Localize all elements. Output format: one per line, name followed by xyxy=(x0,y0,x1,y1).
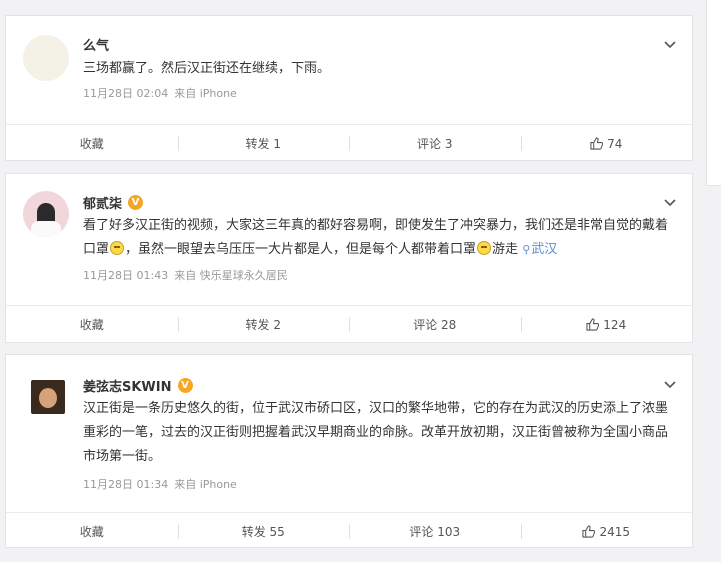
avatar[interactable] xyxy=(23,191,69,237)
post-meta: 11月28日 01:43 来自 快乐星球永久居民 xyxy=(83,267,294,283)
post-card: 么气 三场都赢了。然后汉正街还在继续，下雨。 11月28日 02:04 来自 iP… xyxy=(5,15,693,161)
action-bar: 收藏 转发 55 评论 103 2415 xyxy=(6,512,692,550)
location-pin-icon: ⚲ xyxy=(522,243,531,256)
post-text-part: 游走 xyxy=(492,242,519,257)
grin-emoji-icon xyxy=(110,241,125,255)
post-text: 汉正街是一条历史悠久的街，位于武汉市硚口区，汉口的繁华地带，它的存在为武汉的历史… xyxy=(83,401,669,464)
comment-button[interactable]: 评论 103 xyxy=(349,513,521,550)
collect-button[interactable]: 收藏 xyxy=(6,125,178,162)
grin-emoji-icon xyxy=(477,241,492,255)
author-name[interactable]: 么气 xyxy=(83,35,109,54)
thumbs-up-icon xyxy=(586,318,600,331)
post-text: 三场都赢了。然后汉正街还在继续，下雨。 xyxy=(83,61,331,76)
collect-button[interactable]: 收藏 xyxy=(6,306,178,343)
chevron-down-icon[interactable] xyxy=(663,195,677,209)
chevron-down-icon[interactable] xyxy=(663,377,677,391)
post-card: 郁贰柒 V 看了好多汉正街的视频，大家这三年真的都好容易啊，即使发生了冲突暴力，… xyxy=(5,173,693,343)
post-source: 来自 iPhone xyxy=(174,478,237,491)
avatar-figure-body xyxy=(31,221,61,237)
action-bar: 收藏 转发 1 评论 3 74 xyxy=(6,124,692,162)
author-name[interactable]: 郁贰柒 V xyxy=(83,193,144,212)
like-button[interactable]: 124 xyxy=(520,306,693,343)
post-text-part: ，虽然一眼望去乌压压一大片都是人，但是每个人都带着口罩 xyxy=(125,242,477,257)
post-text: 看了好多汉正街的视频，大家这三年真的都好容易啊，即使发生了冲突暴力，我们还是非常… xyxy=(83,214,669,262)
location-link[interactable]: ⚲武汉 xyxy=(522,242,557,257)
repost-button[interactable]: 转发 2 xyxy=(177,306,350,343)
comment-button[interactable]: 评论 3 xyxy=(349,125,521,162)
action-bar: 收藏 转发 2 评论 28 124 xyxy=(6,305,692,343)
post-card: 姜弦志SKWIN V 汉正街是一条历史悠久的街，位于武汉市硚口区，汉口的繁华地带… xyxy=(5,354,693,548)
author-name[interactable]: 姜弦志SKWIN V xyxy=(83,376,193,395)
post-source: 来自 快乐星球永久居民 xyxy=(174,269,288,282)
collect-button[interactable]: 收藏 xyxy=(6,513,178,550)
verified-badge-icon: V xyxy=(128,195,144,210)
verified-badge-icon: V xyxy=(177,378,193,393)
like-button[interactable]: 74 xyxy=(520,125,693,162)
like-button[interactable]: 2415 xyxy=(520,513,693,550)
post-date[interactable]: 11月28日 02:04 xyxy=(83,87,168,100)
chevron-down-icon[interactable] xyxy=(663,37,677,51)
thumbs-up-icon xyxy=(590,137,604,150)
comment-button[interactable]: 评论 28 xyxy=(349,306,521,343)
avatar[interactable] xyxy=(31,380,65,414)
post-source: 来自 iPhone xyxy=(174,87,237,100)
post-date[interactable]: 11月28日 01:43 xyxy=(83,269,168,282)
adjacent-panel-edge xyxy=(706,0,721,186)
post-date[interactable]: 11月28日 01:34 xyxy=(83,478,168,491)
avatar[interactable] xyxy=(23,35,69,81)
repost-button[interactable]: 转发 1 xyxy=(177,125,350,162)
avatar-figure xyxy=(39,388,57,408)
post-meta: 11月28日 01:34 来自 iPhone xyxy=(83,476,243,492)
repost-button[interactable]: 转发 55 xyxy=(177,513,350,550)
post-meta: 11月28日 02:04 来自 iPhone xyxy=(83,85,243,101)
thumbs-up-icon xyxy=(582,525,596,538)
